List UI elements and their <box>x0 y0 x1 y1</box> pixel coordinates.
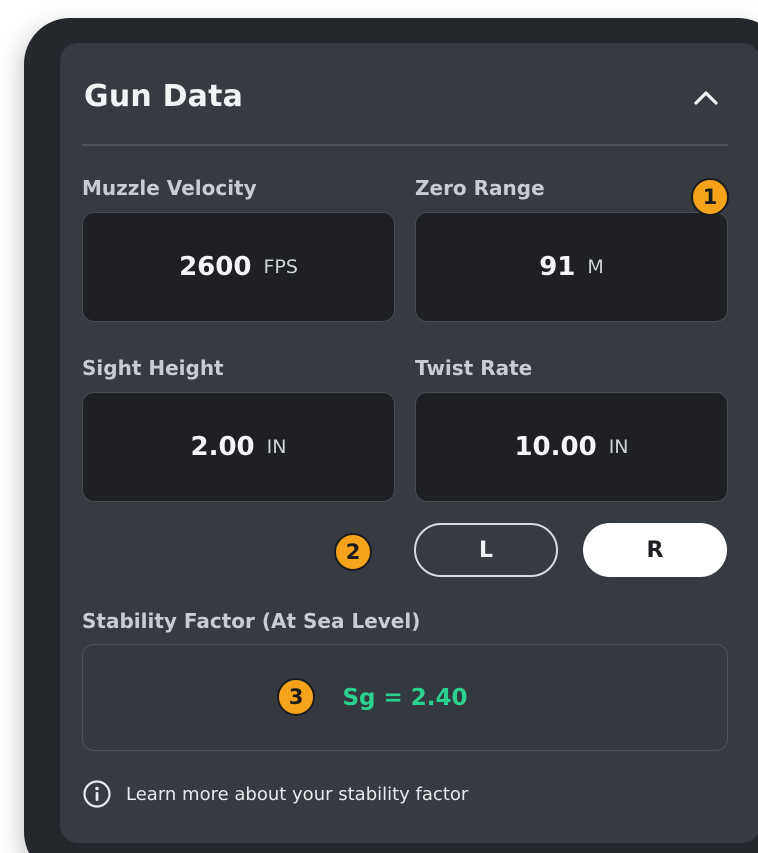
sight-height-unit: IN <box>266 436 287 458</box>
twist-rate-field[interactable]: 10.00 IN <box>415 392 728 502</box>
muzzle-velocity-field[interactable]: 2600 FPS <box>82 212 395 322</box>
panel-title: Gun Data <box>84 79 244 114</box>
stability-factor-display: Sg = 2.40 <box>82 644 728 751</box>
twist-rate-unit: IN <box>608 436 629 458</box>
twist-rate-label: Twist Rate <box>415 356 533 380</box>
chevron-up-icon <box>694 91 718 105</box>
zero-range-unit: M <box>587 256 604 278</box>
collapse-button[interactable] <box>686 81 726 115</box>
annotation-marker-2: 2 <box>334 533 372 571</box>
stability-factor-label: Stability Factor (At Sea Level) <box>82 609 421 633</box>
learn-more-text: Learn more about your stability factor <box>126 783 469 805</box>
sight-height-label: Sight Height <box>82 356 224 380</box>
twist-left-button[interactable]: L <box>414 523 558 577</box>
muzzle-velocity-value: 2600 <box>179 252 252 282</box>
header-divider <box>82 144 728 146</box>
twist-right-button[interactable]: R <box>583 523 727 577</box>
muzzle-velocity-label: Muzzle Velocity <box>82 176 257 200</box>
twist-rate-value: 10.00 <box>514 432 597 462</box>
gun-data-panel: Gun Data Muzzle Velocity 2600 FPS Zero R… <box>60 43 758 843</box>
annotation-marker-3: 3 <box>277 678 315 716</box>
zero-range-field[interactable]: 91 M <box>415 212 728 322</box>
zero-range-label: Zero Range <box>415 176 545 200</box>
stability-factor-value: Sg = 2.40 <box>342 684 468 711</box>
zero-range-value: 91 <box>539 252 576 282</box>
muzzle-velocity-unit: FPS <box>263 256 298 278</box>
annotation-marker-1: 1 <box>691 178 729 216</box>
panel-header: Gun Data <box>60 43 758 143</box>
info-icon <box>83 780 111 808</box>
sight-height-field[interactable]: 2.00 IN <box>82 392 395 502</box>
sight-height-value: 2.00 <box>190 432 255 462</box>
learn-more-link[interactable]: Learn more about your stability factor <box>82 778 468 810</box>
